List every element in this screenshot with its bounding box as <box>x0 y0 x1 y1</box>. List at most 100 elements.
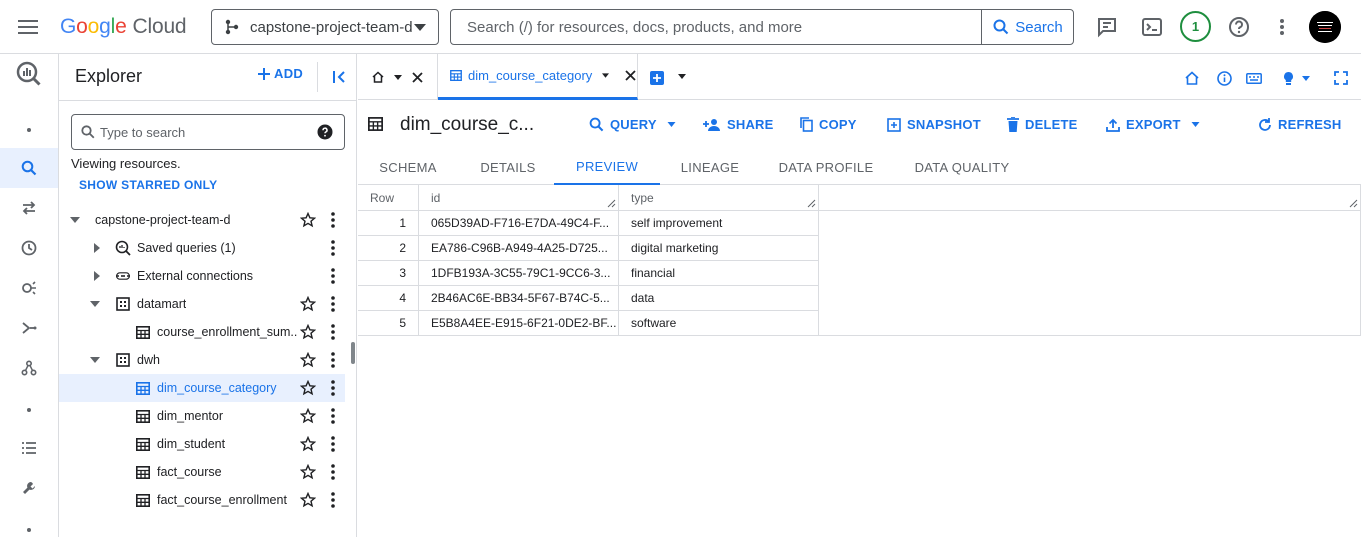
list-icon[interactable] <box>0 428 58 468</box>
more-options-icon[interactable] <box>325 351 341 369</box>
tab-home[interactable] <box>358 54 438 100</box>
more-options-icon[interactable] <box>325 211 341 229</box>
google-cloud-logo[interactable]: Google Cloud <box>60 14 187 40</box>
more-options-icon[interactable] <box>325 239 341 257</box>
tab-preview[interactable]: PREVIEW <box>554 150 660 185</box>
table-cell[interactable]: digital marketing <box>619 236 819 261</box>
project-picker[interactable]: capstone-project-team-d <box>211 9 439 45</box>
analytics-hub-icon[interactable] <box>0 268 58 308</box>
close-icon[interactable] <box>625 70 636 81</box>
transfer-icon[interactable] <box>0 188 58 228</box>
tree-item-external-connections[interactable]: External connections <box>59 262 345 290</box>
delete-button[interactable]: DELETE <box>1007 117 1077 132</box>
notifications-badge[interactable]: 1 <box>1180 11 1211 42</box>
more-options-icon[interactable] <box>1268 13 1296 41</box>
tree-item-saved-queries[interactable]: Saved queries (1) <box>59 234 345 262</box>
scrollbar[interactable] <box>351 342 355 364</box>
collapse-arrow-icon[interactable] <box>69 214 81 226</box>
keyboard-icon[interactable] <box>1246 70 1262 86</box>
table-cell[interactable]: software <box>619 311 819 336</box>
tips-icon[interactable] <box>1283 70 1310 86</box>
more-options-icon[interactable] <box>325 267 341 285</box>
table-cell[interactable]: 1DFB193A-3C55-79C1-9CC6-3... <box>419 261 619 286</box>
help-icon[interactable] <box>317 124 333 140</box>
tree-item-dataset-datamart[interactable]: datamart <box>59 290 345 318</box>
search-input[interactable] <box>451 10 981 44</box>
star-icon[interactable] <box>299 295 317 313</box>
dataform-icon[interactable] <box>0 348 58 388</box>
chevron-down-icon[interactable] <box>602 73 610 78</box>
wrench-icon[interactable] <box>0 468 58 508</box>
more-options-icon[interactable] <box>325 463 341 481</box>
tree-item-table[interactable]: fact_course <box>59 458 345 486</box>
tree-item-table-selected[interactable]: dim_course_category <box>59 374 345 402</box>
export-button[interactable]: EXPORT <box>1106 117 1200 132</box>
table-cell[interactable]: EA786-C96B-A949-4A25-D725... <box>419 236 619 261</box>
more-options-icon[interactable] <box>325 323 341 341</box>
star-icon[interactable] <box>299 491 317 509</box>
tab-schema[interactable]: SCHEMA <box>374 150 442 185</box>
copy-button[interactable]: COPY <box>800 117 857 132</box>
more-options-icon[interactable] <box>325 407 341 425</box>
share-button[interactable]: SHARE <box>703 117 774 132</box>
info-icon[interactable] <box>1217 70 1232 86</box>
chevron-down-icon[interactable] <box>394 74 402 80</box>
tree-item-table[interactable]: dim_student <box>59 430 345 458</box>
pipelines-icon[interactable] <box>0 308 58 348</box>
tab-data-quality[interactable]: DATA QUALITY <box>910 150 1014 185</box>
new-query-tab-button[interactable] <box>650 71 664 85</box>
collapse-arrow-icon[interactable] <box>89 354 101 366</box>
resize-handle-icon[interactable] <box>1349 199 1358 208</box>
star-icon[interactable] <box>299 463 317 481</box>
star-icon[interactable] <box>299 379 317 397</box>
resize-handle-icon[interactable] <box>807 199 816 208</box>
tree-item-table[interactable]: dim_mentor <box>59 402 345 430</box>
table-cell[interactable]: data <box>619 286 819 311</box>
column-header-id[interactable]: id <box>419 185 619 211</box>
close-icon[interactable] <box>412 71 423 83</box>
cloud-shell-icon[interactable] <box>1138 13 1166 41</box>
star-icon[interactable] <box>299 323 317 341</box>
table-cell[interactable]: self improvement <box>619 211 819 236</box>
show-starred-only-link[interactable]: SHOW STARRED ONLY <box>79 178 217 192</box>
history-icon[interactable] <box>0 228 58 268</box>
more-options-icon[interactable] <box>325 435 341 453</box>
star-icon[interactable] <box>299 407 317 425</box>
table-cell[interactable]: E5B8A4EE-E915-6F21-0DE2-BF... <box>419 311 619 336</box>
menu-icon[interactable] <box>14 13 42 41</box>
star-icon[interactable] <box>299 351 317 369</box>
table-cell[interactable]: 065D39AD-F716-E7DA-49C4-F... <box>419 211 619 236</box>
tab-lineage[interactable]: LINEAGE <box>676 150 744 185</box>
chevron-down-icon[interactable] <box>678 74 686 79</box>
expand-arrow-icon[interactable] <box>91 270 103 282</box>
tree-item-dataset-dwh[interactable]: dwh <box>59 346 345 374</box>
collapse-panel-icon[interactable] <box>327 65 351 89</box>
tree-item-table[interactable]: course_enrollment_sum... <box>59 318 345 346</box>
resize-handle-icon[interactable] <box>607 199 616 208</box>
refresh-button[interactable]: REFRESH <box>1258 117 1342 132</box>
table-cell[interactable]: 2B46AC6E-BB34-5F67-B74C-5... <box>419 286 619 311</box>
tab-table[interactable]: dim_course_category <box>438 54 638 100</box>
snapshot-button[interactable]: SNAPSHOT <box>887 117 981 132</box>
star-icon[interactable] <box>299 435 317 453</box>
tree-item-table[interactable]: fact_course_enrollment <box>59 486 345 514</box>
explorer-search-input[interactable] <box>100 115 310 149</box>
home-icon[interactable] <box>1185 70 1199 86</box>
expand-arrow-icon[interactable] <box>91 242 103 254</box>
feedback-icon[interactable] <box>1093 13 1121 41</box>
avatar[interactable] <box>1309 11 1341 43</box>
fullscreen-icon[interactable] <box>1334 70 1348 86</box>
query-button[interactable]: QUERY <box>589 117 676 132</box>
collapse-arrow-icon[interactable] <box>89 298 101 310</box>
search-icon[interactable] <box>0 148 58 188</box>
more-options-icon[interactable] <box>325 295 341 313</box>
tree-item-project[interactable]: capstone-project-team-d <box>59 206 345 234</box>
tab-details[interactable]: DETAILS <box>476 150 540 185</box>
column-header-type[interactable]: type <box>619 185 819 211</box>
star-icon[interactable] <box>299 211 317 229</box>
tab-data-profile[interactable]: DATA PROFILE <box>778 150 874 185</box>
add-button[interactable]: ADD <box>258 66 303 81</box>
table-cell[interactable]: financial <box>619 261 819 286</box>
search-button[interactable]: Search <box>981 10 1073 44</box>
more-options-icon[interactable] <box>325 491 341 509</box>
